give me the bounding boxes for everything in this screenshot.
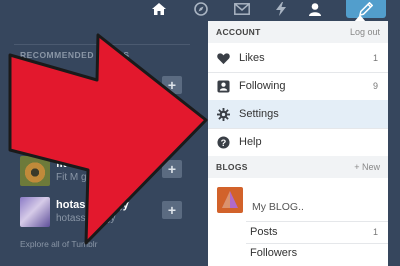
menu-item-settings[interactable]: Settings	[208, 100, 388, 128]
blog-posts-link[interactable]: Posts	[250, 226, 278, 238]
explore-tumblr-link[interactable]: Explore all of Tumblr	[20, 239, 97, 249]
post-button[interactable]	[346, 0, 386, 18]
avatar[interactable]	[217, 187, 243, 213]
divider	[246, 243, 388, 244]
menu-item-help[interactable]: ? Help	[208, 128, 388, 156]
help-icon: ?	[217, 136, 230, 149]
account-icon[interactable]	[304, 0, 326, 18]
lightning-icon[interactable]	[270, 0, 292, 18]
following-icon	[217, 80, 230, 93]
blog-title: hotasstrology	[56, 213, 116, 224]
blog-avatar-triangle	[222, 191, 238, 208]
pencil-icon	[359, 2, 373, 16]
heart-icon	[217, 53, 230, 65]
avatar[interactable]	[20, 156, 50, 186]
recommended-blog-row[interactable]: fit-li Fit M g Girl +	[20, 154, 190, 190]
avatar[interactable]	[20, 197, 50, 227]
blog-title: Fit M g Girl	[56, 172, 105, 183]
compass-icon[interactable]	[190, 0, 212, 18]
blogs-header: BLOGS + New	[208, 156, 388, 178]
gear-icon	[217, 108, 230, 121]
follow-button[interactable]: +	[162, 201, 182, 219]
logout-link[interactable]: Log out	[350, 27, 380, 37]
account-dropdown: ACCOUNT Log out Likes 1 Following 9 Sett…	[208, 21, 388, 266]
svg-text:?: ?	[221, 138, 227, 148]
recommended-title: RECOMMENDED BLOGS	[20, 50, 130, 60]
menu-item-following[interactable]: Following 9	[208, 72, 388, 100]
mail-icon[interactable]	[230, 0, 254, 18]
account-label: ACCOUNT	[216, 27, 261, 37]
recommended-blog-row[interactable]: hotasstrology hotasstrology +	[20, 195, 190, 231]
following-count: 9	[372, 81, 378, 91]
posts-count: 1	[372, 227, 378, 237]
menu-item-label: Following	[239, 80, 286, 92]
divider	[14, 44, 190, 45]
menu-item-label: Help	[239, 136, 262, 148]
menu-item-likes[interactable]: Likes 1	[208, 44, 388, 72]
account-header: ACCOUNT Log out	[208, 21, 388, 43]
blog-name[interactable]: hotasstrology	[56, 199, 129, 211]
blog-name[interactable]: fit-li	[56, 158, 76, 170]
top-nav	[0, 0, 400, 18]
likes-count: 1	[372, 53, 378, 63]
blog-name[interactable]: insp	[56, 74, 79, 86]
new-blog-link[interactable]: + New	[354, 162, 380, 172]
follow-button[interactable]: +	[162, 76, 182, 94]
recommended-blog-row[interactable]: insp Get F +	[20, 70, 190, 106]
avatar[interactable]	[20, 72, 50, 102]
blog-title: Get F	[56, 88, 82, 99]
menu-item-label: Likes	[239, 52, 265, 64]
divider	[246, 221, 388, 222]
follow-button[interactable]: +	[162, 160, 182, 178]
blogs-label: BLOGS	[216, 162, 248, 172]
home-icon[interactable]	[148, 0, 170, 18]
menu-item-label: Settings	[239, 108, 279, 120]
blog-followers-link[interactable]: Followers	[250, 247, 297, 259]
blog-entry-name[interactable]: My BLOG..	[252, 201, 304, 213]
